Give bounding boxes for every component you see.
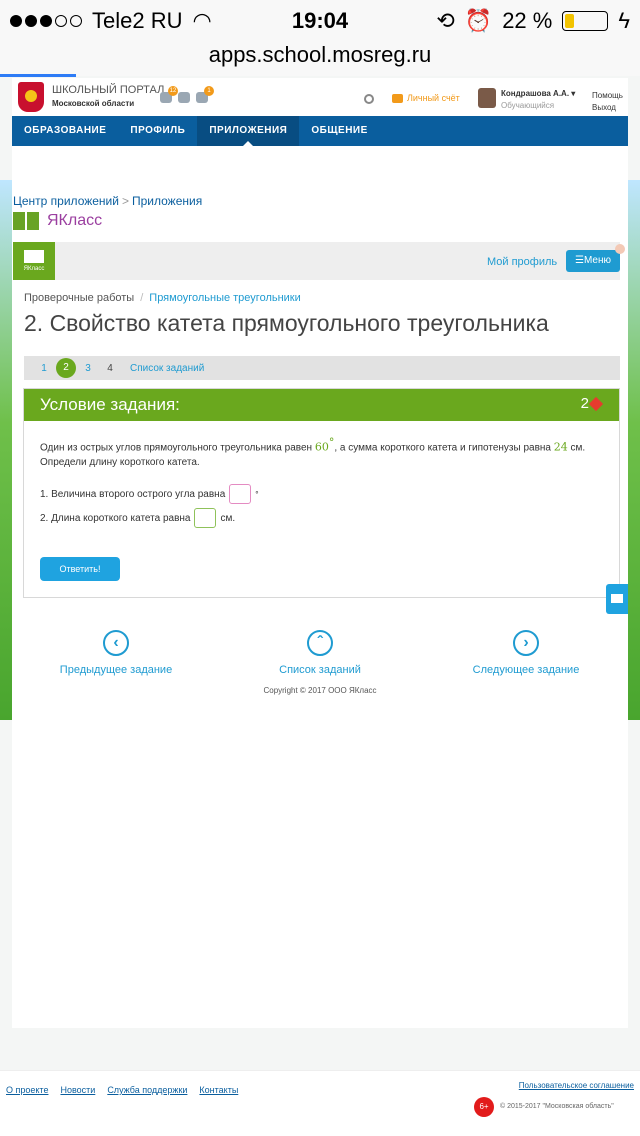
user-menu[interactable]: Кондрашова А.А. ▾ Обучающийся <box>478 88 575 112</box>
nav-education[interactable]: ОБРАЗОВАНИЕ <box>12 116 118 146</box>
portal-title[interactable]: ШКОЛЬНЫЙ ПОРТАЛ Московской области <box>52 84 164 110</box>
pager-item-2[interactable]: 2 <box>56 358 76 378</box>
leg-answer-input[interactable] <box>194 508 217 529</box>
battery-percent: 22 % <box>502 8 553 33</box>
address-bar[interactable]: apps.school.mosreg.ru <box>0 40 640 76</box>
help-link[interactable]: Помощь <box>592 90 623 102</box>
breadcrumb: Центр приложений > Приложения <box>13 194 203 208</box>
rotation-lock-icon: ⟲ <box>436 8 455 33</box>
yaklass-copyright: Copyright © 2017 ООО ЯКласс <box>263 686 377 695</box>
angle-value: 60 <box>314 440 329 454</box>
page-load-progress <box>0 74 76 77</box>
friends-icon[interactable] <box>178 92 190 103</box>
mail-icon[interactable] <box>606 584 628 614</box>
chevron-left-icon: ‹ <box>103 630 129 656</box>
alarm-icon: ⏰ <box>464 8 493 33</box>
answer-button[interactable]: Ответить! <box>40 557 120 581</box>
yaklass-logo[interactable]: ЯКласс <box>13 242 55 280</box>
avatar <box>478 88 496 108</box>
search-icon[interactable] <box>364 94 374 104</box>
user-name: Кондрашова А.А. ▾ <box>501 89 576 98</box>
task-question: Определи длину короткого катета. <box>40 457 200 469</box>
notifications-badge: 1 <box>204 86 214 96</box>
task-pager: 1 2 3 4 Список заданий <box>24 356 620 380</box>
pager-item-3[interactable]: 3 <box>78 363 98 374</box>
question-1: 1. Величина второго острого угла равна ° <box>40 484 600 505</box>
messages-badge: 12 <box>168 86 178 96</box>
wallet-link[interactable]: Личный счёт <box>392 93 460 103</box>
task-header: Условие задания: 2 <box>24 389 619 421</box>
portal-footer: О проекте Новости Служба поддержки Конта… <box>0 1070 640 1136</box>
task-points: 2 <box>581 395 604 412</box>
nav-apps[interactable]: ПРИЛОЖЕНИЯ <box>197 116 300 146</box>
crumb-triangles[interactable]: Прямоугольные треугольники <box>149 292 301 304</box>
sum-value: 24 <box>553 440 568 454</box>
footer-news[interactable]: Новости <box>60 1085 95 1095</box>
page-title: 2. Свойство катета прямоугольного треуго… <box>24 310 549 336</box>
pager-item-1[interactable]: 1 <box>34 363 54 374</box>
task-breadcrumb: Проверочные работы / Прямоугольные треугол… <box>24 292 301 304</box>
nav-profile[interactable]: ПРОФИЛЬ <box>118 116 197 146</box>
pager-task-list[interactable]: Список заданий <box>130 363 204 374</box>
angle-answer-input[interactable] <box>229 484 252 505</box>
prev-task-link[interactable]: ‹ Предыдущее задание <box>16 630 216 676</box>
coat-of-arms-logo[interactable] <box>18 82 44 112</box>
breadcrumb-apps[interactable]: Приложения <box>132 194 202 208</box>
footer-agreement[interactable]: Пользовательское соглашение <box>519 1081 634 1090</box>
pager-item-4[interactable]: 4 <box>100 363 120 374</box>
app-title: ЯКласс <box>13 212 102 230</box>
breadcrumb-app-center[interactable]: Центр приложений <box>13 194 119 208</box>
status-bar: Tele2 RU ◠ 19:04 ⟲ ⏰ 22 % ϟ <box>0 0 640 40</box>
footer-about[interactable]: О проекте <box>6 1085 48 1095</box>
footer-copyright: © 2015-2017 "Московская область" <box>500 1103 614 1110</box>
menu-button[interactable]: ☰Меню <box>566 250 620 272</box>
task-condition: Один из острых углов прямоугольного треу… <box>40 436 586 454</box>
user-role: Обучающийся <box>501 101 555 110</box>
main-nav: ОБРАЗОВАНИЕ ПРОФИЛЬ ПРИЛОЖЕНИЯ ОБЩЕНИЕ <box>12 116 628 146</box>
charging-icon: ϟ <box>618 8 630 33</box>
task-body: Один из острых углов прямоугольного треу… <box>40 435 600 529</box>
portal-header: ШКОЛЬНЫЙ ПОРТАЛ Московской области 12 1 … <box>12 78 628 116</box>
my-profile-link[interactable]: Мой профиль <box>487 256 557 268</box>
book-icon <box>13 212 39 230</box>
chevron-up-icon: ˆ <box>307 630 333 656</box>
messages-icon[interactable]: 12 <box>160 86 178 103</box>
logout-link[interactable]: Выход <box>592 102 623 114</box>
footer-contacts[interactable]: Контакты <box>199 1085 238 1095</box>
notifications-icon[interactable]: 1 <box>196 86 214 103</box>
wallet-icon <box>392 93 403 103</box>
notification-dot <box>615 244 625 254</box>
task-title: Условие задания: <box>40 395 180 414</box>
chevron-right-icon: › <box>513 630 539 656</box>
next-task-link[interactable]: › Следующее задание <box>426 630 626 676</box>
yaklass-toolbar: ЯКласс Мой профиль ☰Меню <box>13 242 625 280</box>
footer-support[interactable]: Служба поддержки <box>107 1085 187 1095</box>
portal-container: ШКОЛЬНЫЙ ПОРТАЛ Московской области 12 1 … <box>12 78 628 1028</box>
battery-icon <box>562 11 609 31</box>
task-card: Условие задания: 2 Один из острых углов … <box>23 388 620 598</box>
age-rating-badge: 6+ <box>474 1097 494 1117</box>
crumb-tests[interactable]: Проверочные работы <box>24 292 134 304</box>
task-list-link[interactable]: ˆ Список заданий <box>220 630 420 676</box>
question-2: 2. Длина короткого катета равна см. <box>40 508 600 529</box>
ruby-icon <box>588 396 604 411</box>
nav-social[interactable]: ОБЩЕНИЕ <box>299 116 379 146</box>
